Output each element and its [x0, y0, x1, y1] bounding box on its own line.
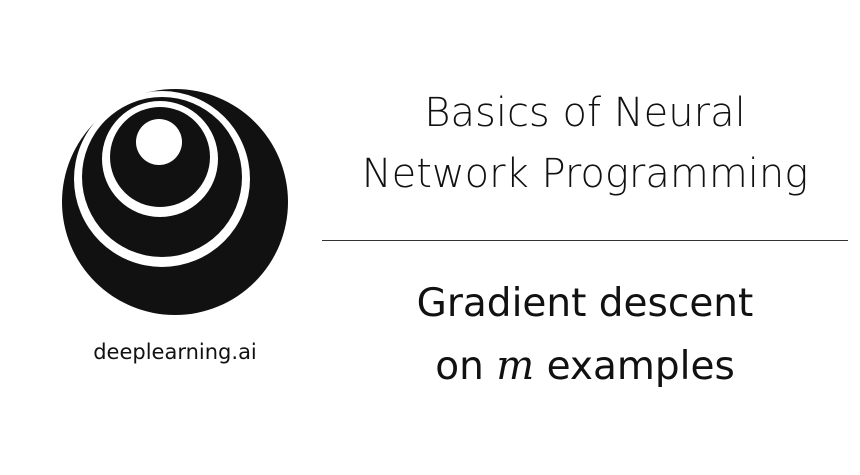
page-subtitle: Gradient descent on m examples [325, 272, 845, 398]
page-title: Basics of Neural Network Programming [325, 83, 845, 205]
subtitle-line-1: Gradient descent [416, 281, 754, 326]
brand-name: deeplearning.ai [93, 340, 257, 364]
subtitle-prefix: on [435, 344, 484, 389]
title-line-2: Network Programming [361, 151, 809, 197]
math-variable-m: m [496, 343, 535, 389]
title-line-1: Basics of Neural [424, 90, 746, 136]
subtitle-suffix: examples [546, 344, 735, 389]
divider [322, 240, 848, 241]
subtitle-line-2: on m examples [325, 335, 845, 398]
deeplearning-ai-logo-icon [62, 89, 288, 315]
